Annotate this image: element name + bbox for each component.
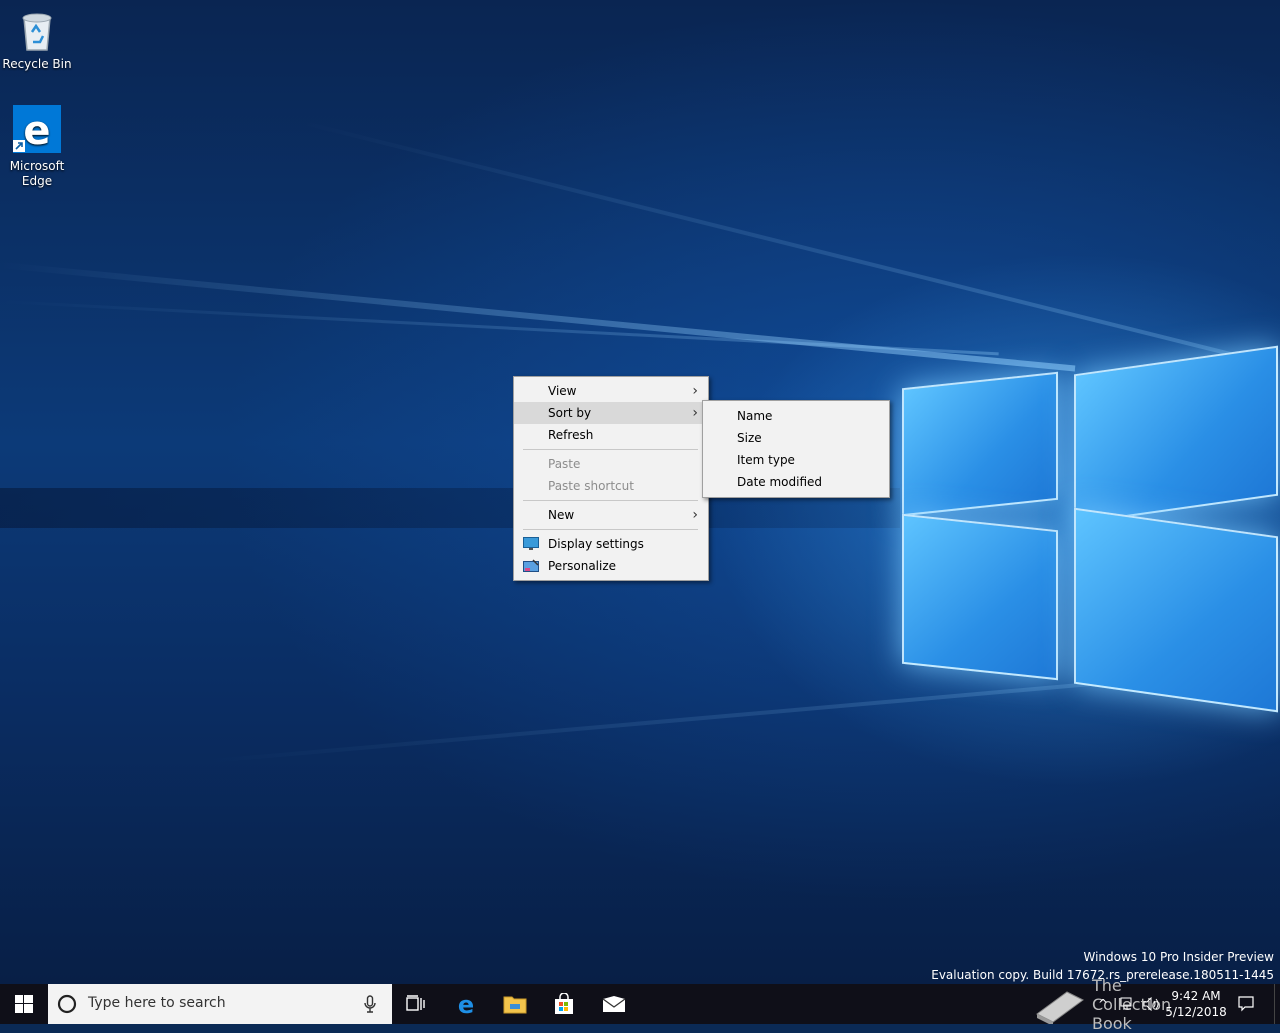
sort-option-item-type[interactable]: Item type [703,449,889,471]
svg-text:e: e [23,108,50,154]
display-settings-icon [523,537,539,550]
watermark-line1: Windows 10 Pro Insider Preview [1083,950,1274,964]
menu-item-label: Personalize [548,559,617,573]
sort-by-submenu: Name Size Item type Date modified [702,400,890,498]
menu-item-label: Name [737,409,773,423]
clock[interactable]: 9:42 AM 5/12/2018 [1164,984,1228,1024]
taskbar: Type here to search e The Collection Boo… [0,976,1280,1033]
task-view-button[interactable] [392,984,440,1024]
windows-logo-graphic [898,330,1280,713]
menu-item-new[interactable]: New › [514,504,708,526]
action-center-button[interactable] [1232,984,1260,1024]
personalize-icon [523,559,539,572]
desktop-context-menu: View › Sort by › Refresh Paste Paste sho… [513,376,709,581]
show-desktop-button[interactable] [1274,984,1280,1024]
menu-item-display-settings[interactable]: Display settings [514,533,708,555]
menu-item-label: Display settings [548,537,644,551]
show-hidden-icons-button[interactable]: ^ [1094,984,1112,1024]
task-view-icon [406,995,425,1011]
chevron-up-icon: ^ [1097,997,1109,1011]
notification-icon [1238,996,1254,1012]
menu-item-refresh[interactable]: Refresh [514,424,708,446]
clock-time: 9:42 AM [1171,989,1221,1003]
menu-item-sort-by[interactable]: Sort by › [514,402,708,424]
network-button[interactable] [1116,984,1138,1024]
menu-item-label: Item type [737,453,795,467]
menu-item-label: Refresh [548,428,594,442]
edge-shortcut[interactable]: e Microsoft Edge [0,104,74,189]
chevron-right-icon: › [692,405,698,421]
menu-separator [523,529,698,530]
menu-item-paste-shortcut[interactable]: Paste shortcut [514,475,708,497]
recycle-bin-icon [22,13,52,51]
menu-item-label: Paste shortcut [548,479,634,493]
microphone-icon[interactable] [364,995,376,1013]
logo-pane [1074,345,1278,525]
edge-icon: e [458,992,474,1016]
edge-icon: e [13,105,61,154]
search-box[interactable]: Type here to search [48,984,392,1024]
taskbar-mail-button[interactable] [590,984,638,1024]
logo-pane [1074,507,1278,713]
menu-item-label: New [548,508,575,522]
menu-item-label: View [548,384,577,398]
search-placeholder: Type here to search [88,995,226,1011]
taskbar-store-button[interactable] [540,984,588,1024]
taskbar-edge-button[interactable]: e [442,984,490,1024]
mail-icon [602,996,626,1012]
recycle-bin-shortcut[interactable]: Recycle Bin [0,8,74,72]
menu-item-personalize[interactable]: Personalize [514,555,708,577]
menu-item-view[interactable]: View › [514,380,708,402]
chevron-right-icon: › [692,507,698,523]
taskbar-file-explorer-button[interactable] [491,984,539,1024]
light-beam [0,300,999,356]
menu-item-paste[interactable]: Paste [514,453,708,475]
logo-pane [902,371,1058,517]
start-button[interactable] [0,984,48,1024]
edge-label-line1: Microsoft [9,159,65,173]
file-explorer-icon [503,996,527,1014]
sort-option-name[interactable]: Name [703,405,889,427]
speaker-icon [1143,997,1159,1011]
recycle-bin-label: Recycle Bin [2,57,72,71]
cortana-circle-icon [57,994,77,1014]
logo-pane [902,513,1058,681]
store-icon [555,993,573,1014]
menu-item-label: Sort by [548,406,592,420]
menu-item-label: Date modified [737,475,823,489]
edge-label-line2: Edge [21,174,53,188]
network-icon [1120,997,1132,1010]
menu-item-label: Size [737,431,762,445]
svg-text:e: e [458,992,474,1016]
overlay-logo [1030,984,1090,1024]
chevron-right-icon: › [692,383,698,399]
book-logo-icon [1036,991,1084,1024]
clock-date: 5/12/2018 [1165,1005,1227,1019]
desktop-background[interactable]: Recycle Bin e Microsoft Edge View › Sort… [0,0,1280,984]
menu-item-label: Paste [548,457,581,471]
volume-button[interactable] [1140,984,1162,1024]
windows-start-icon [15,995,33,1013]
menu-separator [523,449,698,450]
sort-option-size[interactable]: Size [703,427,889,449]
menu-separator [523,500,698,501]
sort-option-date-modified[interactable]: Date modified [703,471,889,493]
